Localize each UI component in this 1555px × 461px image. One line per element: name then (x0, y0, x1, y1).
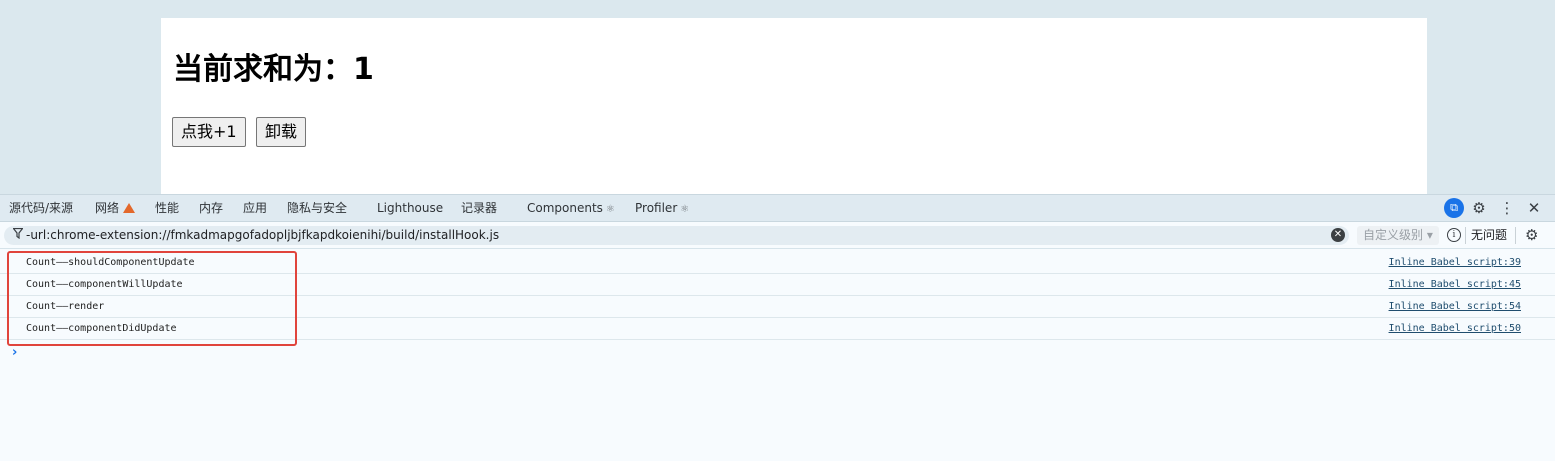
tab-label: 网络 (95, 201, 120, 215)
clear-filter-icon[interactable]: ✕ (1331, 228, 1345, 242)
tab-label: Components (527, 201, 603, 215)
tab-sources[interactable]: 源代码/来源 (9, 195, 73, 221)
info-icon[interactable]: i (1447, 228, 1461, 242)
tab-privacy-security[interactable]: 隐私与安全 (287, 195, 347, 221)
tab-label: 隐私与安全 (287, 201, 348, 215)
app-page: 当前求和为：1 点我+1 卸载 (161, 18, 1427, 194)
filter-icon (12, 227, 24, 244)
console-settings-icon[interactable]: ⚙ (1525, 225, 1538, 245)
devtools-tabbar: 源代码/来源 网络 性能 内存 应用 隐私与安全 Lighthouse 记录器 … (0, 194, 1555, 222)
filter-input[interactable]: -url:chrome-extension://fmkadmapgofadopl… (4, 226, 1349, 245)
react-icon: ⚛ (680, 204, 690, 215)
tab-label: 性能 (155, 201, 180, 215)
tab-memory[interactable]: 内存 (199, 195, 223, 221)
more-options-icon[interactable]: ⋮ (1497, 198, 1517, 218)
devtools-badge-icon[interactable]: ⧉ (1444, 198, 1464, 218)
tab-components[interactable]: Components ⚛ (527, 195, 615, 221)
filter-text: -url:chrome-extension://fmkadmapgofadopl… (26, 228, 500, 242)
console-prompt-icon[interactable]: › (12, 346, 17, 360)
console-filter-bar: -url:chrome-extension://fmkadmapgofadopl… (0, 222, 1555, 249)
sum-heading: 当前求和为：1 (173, 52, 374, 87)
tab-application[interactable]: 应用 (243, 195, 267, 221)
tab-profiler[interactable]: Profiler ⚛ (635, 195, 689, 221)
tab-label: Lighthouse (377, 201, 444, 215)
source-link[interactable]: Inline Babel script:50 (1389, 323, 1521, 335)
tab-performance[interactable]: 性能 (155, 195, 179, 221)
divider (1515, 227, 1516, 244)
react-icon: ⚛ (605, 204, 615, 215)
issues-counter[interactable]: 无问题 (1471, 226, 1507, 245)
tab-recorder[interactable]: 记录器 (461, 195, 497, 221)
add-one-button[interactable]: 点我+1 (172, 117, 246, 147)
source-link[interactable]: Inline Babel script:39 (1389, 257, 1521, 269)
log-level-select[interactable]: 自定义级别 ▾ (1357, 226, 1439, 245)
highlight-box (7, 251, 297, 346)
tab-label: 应用 (243, 201, 268, 215)
tab-label: 内存 (199, 201, 224, 215)
settings-icon[interactable]: ⚙ (1469, 198, 1489, 218)
source-link[interactable]: Inline Babel script:45 (1389, 279, 1521, 291)
tab-label: 记录器 (461, 201, 498, 215)
warning-icon (123, 203, 136, 213)
tab-lighthouse[interactable]: Lighthouse (377, 195, 443, 221)
divider (1465, 227, 1466, 244)
tab-label: 源代码/来源 (9, 201, 74, 215)
unmount-button[interactable]: 卸载 (256, 117, 307, 147)
tab-label: Profiler (635, 201, 678, 215)
source-link[interactable]: Inline Babel script:54 (1389, 301, 1521, 313)
close-icon[interactable]: ✕ (1524, 198, 1544, 218)
tab-network[interactable]: 网络 (95, 195, 136, 221)
